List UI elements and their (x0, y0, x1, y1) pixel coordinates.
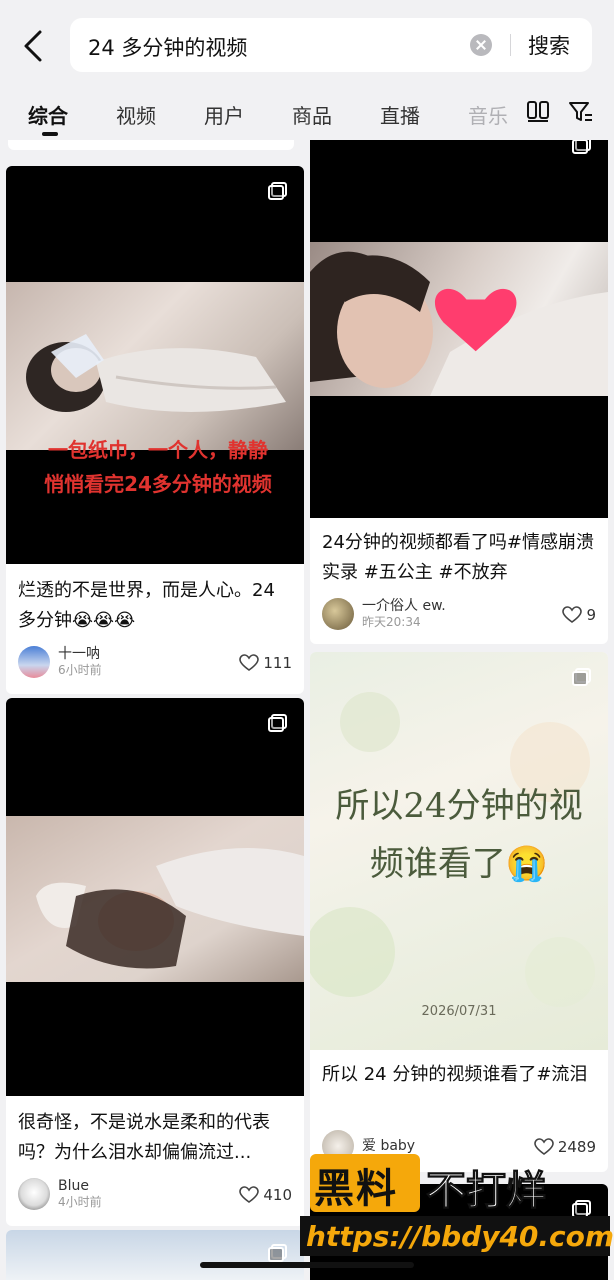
watermark-url: https://bbdy40.com (306, 1220, 614, 1253)
cover-photo (6, 816, 304, 982)
like-button[interactable]: 410 (239, 1186, 292, 1204)
top-bar: 24 多分钟的视频 搜索 (0, 0, 614, 88)
feed-card-partial[interactable] (8, 140, 294, 150)
heart-icon (239, 1186, 260, 1203)
multi-image-icon (268, 1244, 288, 1262)
heart-icon (239, 654, 260, 671)
cover-photo (6, 282, 304, 450)
search-button[interactable]: 搜索 (528, 30, 570, 60)
feed-card[interactable]: 24分钟的视频都看了吗#情感崩溃实录 #五公主 #不放弃 一介俗人 ew. 昨天… (310, 140, 608, 644)
card-title[interactable]: 24分钟的视频都看了吗#情感崩溃实录 #五公主 #不放弃 (322, 528, 598, 588)
cover-caption-line1: 一包纸巾，一个人，静静 (48, 438, 268, 462)
like-button[interactable]: 111 (239, 654, 292, 672)
card-title[interactable]: 烂透的不是世界，而是人心。24 多分钟😭😭😭 (18, 576, 294, 636)
home-indicator[interactable] (200, 1262, 414, 1268)
post-time: 6小时前 (58, 663, 102, 677)
multi-image-icon (268, 182, 288, 200)
video-cover[interactable] (310, 140, 608, 518)
watermark: 黑料 不打烊 https://bbdy40.com (300, 1150, 614, 1280)
author-info[interactable]: 十一呐 6小时前 (18, 646, 102, 678)
avatar[interactable] (18, 646, 50, 678)
author-name: 十一呐 (58, 646, 100, 662)
tab-video[interactable]: 视频 (116, 100, 156, 129)
heart-icon (562, 606, 583, 623)
like-count: 9 (586, 606, 596, 624)
cover-caption-line2: 悄悄看完24多分钟的视频 (44, 472, 272, 496)
watermark-url-bar: https://bbdy40.com (300, 1216, 614, 1256)
watermark-brand-a: 黑料 (314, 1166, 398, 1212)
multi-image-icon (268, 714, 288, 732)
feed-card[interactable]: 一包纸巾，一个人，静静 悄悄看完24多分钟的视频 烂透的不是世界，而是人心。24… (6, 166, 304, 694)
like-count: 111 (263, 654, 292, 672)
divider (510, 34, 511, 56)
card-title[interactable]: 所以 24 分钟的视频谁看了#流泪 (322, 1060, 598, 1090)
back-icon[interactable] (14, 24, 54, 68)
tab-all[interactable]: 综合 (28, 100, 68, 129)
card-title[interactable]: 很奇怪，不是说水是柔和的代表吗？为什么泪水却偏偏流过... (18, 1108, 294, 1168)
avatar[interactable] (18, 1178, 50, 1210)
tab-goods[interactable]: 商品 (292, 100, 332, 129)
video-cover[interactable] (6, 698, 304, 1096)
avatar[interactable] (322, 598, 354, 630)
tab-music[interactable]: 音乐 (468, 100, 508, 129)
author-name: Blue (58, 1178, 89, 1194)
cover-caption-line1: 所以24分钟的视 (335, 786, 583, 826)
like-count: 410 (263, 1186, 292, 1204)
post-time: 昨天20:34 (362, 615, 421, 629)
feed-card[interactable]: 很奇怪，不是说水是柔和的代表吗？为什么泪水却偏偏流过... Blue 4小时前 … (6, 698, 304, 1226)
feed-card-partial[interactable] (6, 1230, 304, 1280)
active-tab-indicator (42, 132, 58, 136)
clear-icon[interactable] (470, 34, 492, 56)
tab-bar: 综合 视频 用户 商品 直播 音乐 (0, 88, 614, 140)
feed-card[interactable]: 所以24分钟的视 频谁看了😭 2026/07/31 所以 24 分钟的视频谁看了… (310, 652, 608, 1172)
tab-user[interactable]: 用户 (204, 100, 244, 129)
author-info[interactable]: Blue 4小时前 (18, 1178, 102, 1210)
layout-toggle-icon[interactable] (526, 100, 550, 126)
filter-icon[interactable] (568, 100, 594, 128)
author-name: 一介俗人 ew. (362, 598, 446, 614)
post-time: 4小时前 (58, 1195, 102, 1209)
cover-caption-line2: 频谁看了😭 (369, 844, 549, 884)
author-info[interactable]: 一介俗人 ew. 昨天20:34 (322, 598, 446, 630)
like-button[interactable]: 9 (562, 606, 596, 624)
multi-image-icon (572, 668, 592, 686)
multi-image-icon (572, 140, 592, 154)
cover-photo (310, 242, 608, 396)
search-input[interactable]: 24 多分钟的视频 搜索 (70, 18, 592, 72)
video-cover[interactable]: 一包纸巾，一个人，静静 悄悄看完24多分钟的视频 (6, 166, 304, 564)
watermark-brand-b: 不打烊 (426, 1168, 547, 1215)
tab-live[interactable]: 直播 (380, 100, 420, 129)
cover-date: 2026/07/31 (421, 1004, 497, 1019)
video-cover[interactable]: 所以24分钟的视 频谁看了😭 2026/07/31 (310, 652, 608, 1050)
search-query[interactable]: 24 多分钟的视频 (88, 32, 247, 62)
